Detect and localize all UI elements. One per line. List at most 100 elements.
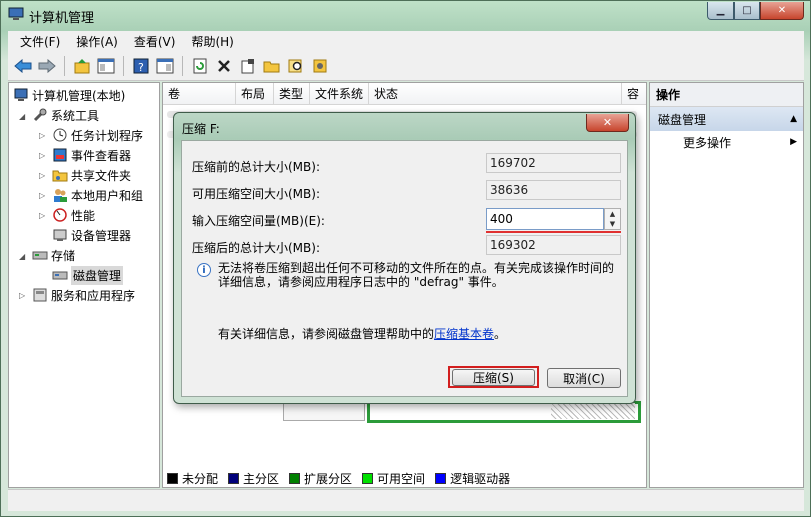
column-filesystem[interactable]: 文件系统: [310, 83, 369, 105]
shrink-basic-volume-link[interactable]: 压缩基本卷: [434, 327, 494, 341]
users-icon: [52, 187, 68, 203]
column-type[interactable]: 类型: [274, 83, 310, 105]
forward-arrow-icon[interactable]: [36, 55, 58, 77]
back-arrow-icon[interactable]: [12, 55, 34, 77]
tree-item-services-apps[interactable]: 服务和应用程序: [32, 285, 135, 305]
actions-header: 操作: [650, 83, 803, 107]
column-status[interactable]: 状态: [369, 83, 622, 105]
info-message: 无法将卷压缩到超出任何不可移动的文件所在的点。有关完成该操作时间的 详细信息，请…: [218, 261, 615, 289]
input-highlight-underline: [486, 231, 621, 233]
spin-buttons: ▲ ▼: [604, 208, 621, 230]
actions-pane: 操作 磁盘管理 ▲ 更多操作 ▶: [649, 82, 804, 488]
event-viewer-icon: [52, 147, 68, 163]
computer-management-icon: [8, 7, 24, 21]
expand-arrow-icon[interactable]: ▷: [19, 291, 28, 300]
cancel-button[interactable]: 取消(C): [547, 368, 621, 388]
title-bar: 计算机管理 ▁ □ ✕: [1, 1, 810, 29]
spin-up-icon[interactable]: ▲: [605, 209, 620, 219]
total-after-label: 压缩后的总计大小(MB):: [192, 241, 320, 255]
tree-item-local-users[interactable]: 本地用户和组: [52, 185, 143, 205]
dialog-body: 压缩前的总计大小(MB): 169702 可用压缩空间大小(MB): 38636…: [181, 140, 628, 397]
legend-extended: 扩展分区: [289, 470, 352, 487]
info-icon: i: [197, 263, 211, 277]
legend-swatch: [362, 473, 374, 484]
toolbar-separator: [64, 56, 65, 76]
search-icon[interactable]: [285, 55, 307, 77]
properties-icon[interactable]: [237, 55, 259, 77]
expand-arrow-icon[interactable]: ▷: [39, 131, 48, 140]
delete-icon[interactable]: [213, 55, 235, 77]
services-icon: [32, 287, 48, 303]
legend-swatch: [435, 473, 447, 484]
menu-view[interactable]: 查看(V): [126, 33, 184, 50]
tree-item-device-manager[interactable]: 设备管理器: [52, 225, 131, 245]
column-volume[interactable]: 卷: [163, 83, 236, 105]
show-hide-console-tree-icon[interactable]: [95, 55, 117, 77]
collapse-arrow-icon[interactable]: ◢: [19, 112, 28, 121]
tree-item-system-tools[interactable]: 系统工具: [32, 105, 99, 125]
clock-icon: [52, 127, 68, 143]
tree-item-disk-management[interactable]: 磁盘管理: [52, 265, 124, 285]
actions-group-disk-management[interactable]: 磁盘管理 ▲: [650, 107, 803, 131]
toolbar-separator: [123, 56, 124, 76]
close-button[interactable]: ✕: [760, 2, 804, 20]
shrink-dialog: 压缩 F: ✕ 压缩前的总计大小(MB): 169702 可用压缩空间大小(MB…: [173, 112, 636, 404]
available-space-label: 可用压缩空间大小(MB):: [192, 187, 320, 201]
dialog-title: 压缩 F:: [182, 122, 220, 136]
disk-partition-block[interactable]: [283, 401, 365, 421]
menu-help[interactable]: 帮助(H): [183, 33, 241, 50]
settings-icon[interactable]: [309, 55, 331, 77]
total-before-label: 压缩前的总计大小(MB):: [192, 160, 320, 174]
legend-free-space: 可用空间: [362, 470, 425, 487]
legend-swatch: [167, 473, 178, 484]
free-space-block[interactable]: [551, 403, 635, 419]
toolbar: ?: [8, 52, 804, 81]
device-manager-icon: [52, 227, 68, 243]
more-actions-item[interactable]: 更多操作 ▶: [650, 131, 803, 153]
tree-item-task-scheduler[interactable]: 任务计划程序: [52, 125, 143, 145]
up-folder-icon[interactable]: [71, 55, 93, 77]
expand-arrow-icon[interactable]: ▷: [39, 211, 48, 220]
collapse-up-icon[interactable]: ▲: [790, 114, 797, 124]
legend-logical: 逻辑驱动器: [435, 470, 510, 487]
menu-file[interactable]: 文件(F): [12, 33, 68, 50]
tree-item-shared-folders[interactable]: 共享文件夹: [52, 165, 131, 185]
spin-down-icon[interactable]: ▼: [605, 219, 620, 229]
tree-item-performance[interactable]: 性能: [52, 205, 95, 225]
chevron-right-icon: ▶: [790, 137, 797, 147]
open-folder-icon[interactable]: [261, 55, 283, 77]
legend-unallocated: 未分配: [167, 470, 218, 487]
dialog-close-button[interactable]: ✕: [586, 114, 629, 132]
expand-arrow-icon[interactable]: ▷: [39, 191, 48, 200]
legend-primary: 主分区: [228, 470, 279, 487]
shared-folder-icon: [52, 167, 68, 183]
window-title: 计算机管理: [29, 11, 95, 26]
shrink-amount-input[interactable]: [486, 208, 604, 230]
menu-action[interactable]: 操作(A): [68, 33, 126, 50]
window-controls: ▁ □ ✕: [707, 2, 804, 20]
available-space-value: 38636: [486, 180, 621, 200]
show-hide-action-pane-icon[interactable]: [154, 55, 176, 77]
column-layout[interactable]: 布局: [236, 83, 274, 105]
shrink-button[interactable]: 压缩(S): [452, 369, 535, 386]
refresh-icon[interactable]: [189, 55, 211, 77]
svg-text:?: ?: [138, 61, 144, 74]
tree-item-storage[interactable]: 存储: [32, 245, 75, 265]
help-message: 有关详细信息，请参阅磁盘管理帮助中的压缩基本卷。: [218, 327, 507, 341]
column-capacity[interactable]: 容: [622, 83, 646, 105]
minimize-button[interactable]: ▁: [707, 2, 734, 20]
menu-bar: 文件(F) 操作(A) 查看(V) 帮助(H): [8, 31, 804, 52]
maximize-button[interactable]: □: [734, 2, 760, 20]
tree-item-event-viewer[interactable]: 事件查看器: [52, 145, 131, 165]
shrink-amount-stepper: ▲ ▼: [486, 208, 621, 230]
console-tree: 计算机管理(本地) ◢ 系统工具 ▷ 任务计划程序 ▷ 事件查看器 ▷ 共享文件…: [8, 82, 160, 488]
partition-legend: 未分配 主分区 扩展分区 可用空间 逻辑驱动器: [167, 470, 516, 487]
shrink-amount-label: 输入压缩空间量(MB)(E):: [192, 214, 325, 228]
legend-swatch: [228, 473, 240, 484]
collapse-arrow-icon[interactable]: ◢: [19, 252, 28, 261]
expand-arrow-icon[interactable]: ▷: [39, 151, 48, 160]
expand-arrow-icon[interactable]: ▷: [39, 171, 48, 180]
help-icon[interactable]: ?: [130, 55, 152, 77]
disk-icon: [52, 267, 68, 283]
tree-item-root[interactable]: 计算机管理(本地): [13, 85, 125, 105]
